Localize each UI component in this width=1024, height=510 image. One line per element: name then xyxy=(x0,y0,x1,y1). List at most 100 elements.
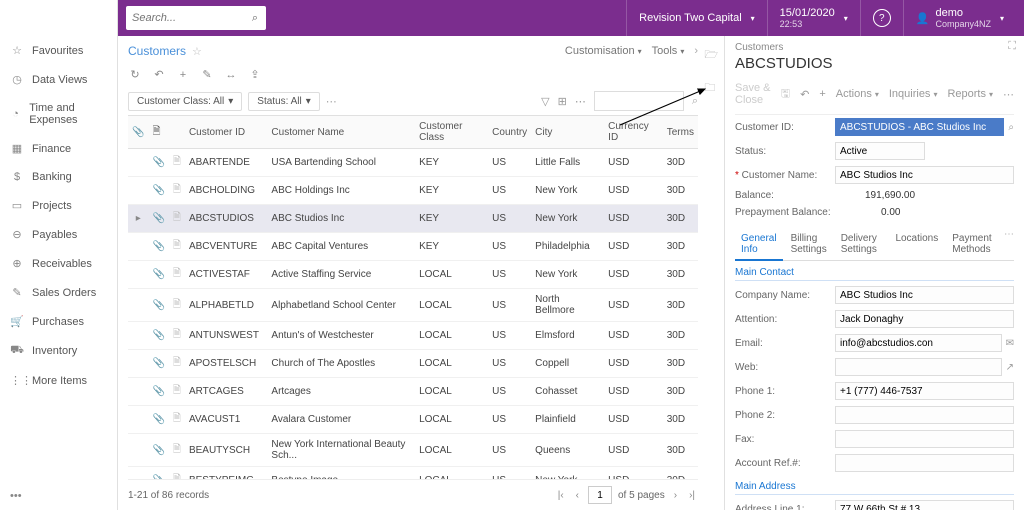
filter-status[interactable]: Status: All▾ xyxy=(248,92,320,111)
email-field[interactable] xyxy=(835,334,1002,352)
sidebar-item-sales-orders[interactable]: ✎Sales Orders xyxy=(0,278,117,307)
phone2-field[interactable] xyxy=(835,406,1014,424)
reports-menu[interactable]: Reports xyxy=(947,88,993,100)
table-row[interactable]: 📎🗎APOSTELSCHChurch of The ApostlesLOCALU… xyxy=(128,350,698,378)
sidebar-item-data-views[interactable]: ◷Data Views xyxy=(0,65,117,94)
save-close-button[interactable]: Save & Close xyxy=(735,82,771,106)
favourite-icon[interactable]: ☆ xyxy=(192,45,202,58)
sidebar-item-more-items[interactable]: ⋮⋮More Items xyxy=(0,366,117,395)
table-row[interactable]: 📎🗎AVACUST1Avalara CustomerLOCALUSPlainfi… xyxy=(128,406,698,434)
note-icon[interactable]: 🗎 xyxy=(173,240,181,251)
attach-icon[interactable]: 📎 xyxy=(152,157,164,168)
table-row[interactable]: 📎🗎ABARTENDEUSA Bartending SchoolKEYUSLit… xyxy=(128,149,698,177)
attach-icon[interactable]: 📎 xyxy=(152,445,164,456)
sidebar-collapse[interactable]: ••• xyxy=(10,490,22,502)
column-header[interactable]: Currency ID xyxy=(604,116,663,149)
lookup-icon[interactable]: ⌕ xyxy=(1008,122,1014,133)
attach-icon[interactable]: 📎 xyxy=(152,269,164,280)
column-header[interactable]: Terms xyxy=(663,116,698,149)
company-field[interactable] xyxy=(835,286,1014,304)
grid-search-input[interactable] xyxy=(594,91,684,111)
sidebar-item-banking[interactable]: $Banking xyxy=(0,163,117,191)
page-next[interactable]: › xyxy=(671,490,680,501)
note-icon[interactable]: 🗎 xyxy=(173,156,181,167)
column-header[interactable]: Customer Name xyxy=(267,116,415,149)
user-menu[interactable]: 👤 demo Company4NZ xyxy=(903,0,1016,36)
date-selector[interactable]: 15/01/2020 22:53 xyxy=(767,0,860,36)
filter-funnel-icon[interactable]: ▽ xyxy=(541,95,549,108)
note-icon[interactable]: 🗎 xyxy=(173,385,181,396)
grid-search-icon[interactable]: ⌕ xyxy=(692,95,698,108)
attach-icon[interactable]: 📎 xyxy=(152,414,164,425)
save-icon[interactable]: 🖫 xyxy=(781,85,790,104)
tab-general-info[interactable]: General Info xyxy=(735,229,783,261)
edit-icon[interactable]: ✎ xyxy=(200,68,214,81)
status-field[interactable] xyxy=(835,142,925,160)
page-first[interactable]: |‹ xyxy=(555,490,567,501)
undo-icon[interactable]: ↶ xyxy=(800,88,809,101)
sidebar-item-payables[interactable]: ⊖Payables xyxy=(0,220,117,249)
column-header[interactable]: Customer ID xyxy=(185,116,267,149)
fax-field[interactable] xyxy=(835,430,1014,448)
sidebar-item-purchases[interactable]: 🛒Purchases xyxy=(0,307,117,336)
global-search[interactable]: ⌕ xyxy=(126,6,266,30)
table-row[interactable]: 📎🗎ARTCAGESArtcagesLOCALUSCohassetUSD30D xyxy=(128,378,698,406)
filter-settings-icon[interactable]: ⊞ xyxy=(558,95,567,108)
tab-payment-methods[interactable]: Payment Methods xyxy=(946,229,1002,260)
help-button[interactable]: ? xyxy=(860,0,903,36)
inquiries-menu[interactable]: Inquiries xyxy=(889,88,938,100)
filter-overflow-icon[interactable]: ⋯ xyxy=(575,95,586,108)
column-header[interactable] xyxy=(169,116,185,149)
undo-icon[interactable]: ↶ xyxy=(152,68,166,81)
table-row[interactable]: 📎🗎BESTYPEIMGBestype ImageLOCALUSNew York… xyxy=(128,467,698,480)
sidebar-item-projects[interactable]: ▭Projects xyxy=(0,191,117,220)
filter-more-icon[interactable]: ⋯ xyxy=(326,95,337,108)
web-field[interactable] xyxy=(835,358,1002,376)
customisation-menu[interactable]: Customisation xyxy=(565,45,642,57)
page-input[interactable] xyxy=(588,486,612,504)
filter-customer-class[interactable]: Customer Class: All▾ xyxy=(128,92,242,111)
note-icon[interactable]: 🗎 xyxy=(173,212,181,223)
attach-icon[interactable]: 📎 xyxy=(152,213,164,224)
note-icon[interactable]: 🗎 xyxy=(173,268,181,279)
table-row[interactable]: 📎🗎ANTUNSWESTAntun's of WestchesterLOCALU… xyxy=(128,322,698,350)
table-row[interactable]: ▸📎🗎ABCSTUDIOSABC Studios IncKEYUSNew Yor… xyxy=(128,205,698,233)
page-last[interactable]: ›| xyxy=(686,490,698,501)
phone1-field[interactable] xyxy=(835,382,1014,400)
attach-icon[interactable]: 📎 xyxy=(152,386,164,397)
column-header[interactable]: 🗎 xyxy=(148,116,168,149)
note-icon[interactable]: 🗎 xyxy=(173,329,181,340)
column-header[interactable]: City xyxy=(531,116,604,149)
add-icon[interactable]: + xyxy=(819,88,825,100)
addr1-field[interactable] xyxy=(835,500,1014,510)
sidebar-item-receivables[interactable]: ⊕Receivables xyxy=(0,249,117,278)
tools-menu[interactable]: Tools xyxy=(652,45,685,57)
tab-delivery-settings[interactable]: Delivery Settings xyxy=(835,229,888,260)
note-icon[interactable]: 🗎 xyxy=(173,184,181,195)
note-icon[interactable]: 🗎 xyxy=(173,444,181,455)
table-row[interactable]: 📎🗎ACTIVESTAFActive Staffing ServiceLOCAL… xyxy=(128,261,698,289)
refresh-icon[interactable]: ↻ xyxy=(128,68,142,81)
sidebar-item-finance[interactable]: ▦Finance xyxy=(0,134,117,163)
attach-icon[interactable]: 📎 xyxy=(152,241,164,252)
account-ref-field[interactable] xyxy=(835,454,1014,472)
column-header[interactable]: 📎 xyxy=(128,116,148,149)
folder-icon[interactable]: 🗀 xyxy=(704,79,718,98)
table-row[interactable]: 📎🗎ABCHOLDINGABC Holdings IncKEYUSNew Yor… xyxy=(128,177,698,205)
tab-billing-settings[interactable]: Billing Settings xyxy=(785,229,833,260)
search-icon[interactable]: ⌕ xyxy=(244,12,266,25)
column-header[interactable]: Customer Class xyxy=(415,116,488,149)
sidebar-item-favourites[interactable]: ☆Favourites xyxy=(0,36,117,65)
expand-icon[interactable]: ⛶ xyxy=(1008,40,1016,53)
customer-name-field[interactable] xyxy=(835,166,1014,184)
sidebar-item-inventory[interactable]: ⛟Inventory xyxy=(0,336,117,366)
table-row[interactable]: 📎🗎BEAUTYSCHNew York International Beauty… xyxy=(128,434,698,467)
adjustcol-icon[interactable]: ↔ xyxy=(224,69,238,81)
table-row[interactable]: 📎🗎ABCVENTUREABC Capital VenturesKEYUSPhi… xyxy=(128,233,698,261)
attach-icon[interactable]: 📎 xyxy=(152,185,164,196)
table-row[interactable]: 📎🗎ALPHABETLDAlphabetland School CenterLO… xyxy=(128,289,698,322)
note-icon[interactable]: 🗎 xyxy=(173,413,181,424)
note-icon[interactable]: 🗎 xyxy=(173,299,181,310)
actions-menu[interactable]: Actions xyxy=(836,88,879,100)
tab-locations[interactable]: Locations xyxy=(889,229,944,260)
